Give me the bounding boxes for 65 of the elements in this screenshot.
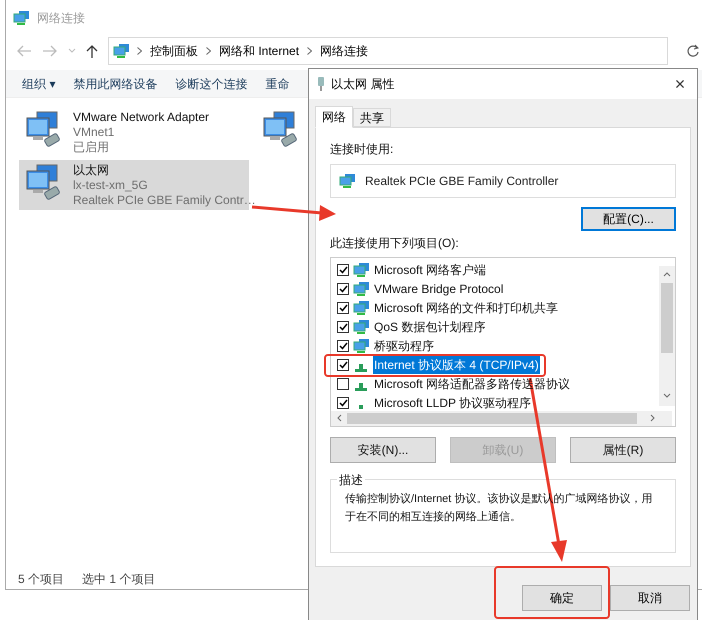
checkbox[interactable] — [337, 340, 349, 352]
action-button[interactable]: 安装(N)... — [330, 437, 436, 463]
chevron-icon — [206, 47, 211, 55]
window-title: 网络连接 — [37, 10, 85, 27]
checkbox[interactable] — [337, 282, 349, 294]
checkbox[interactable] — [337, 396, 349, 408]
adapter-item[interactable]: VMware Network Adapter VMnet1 已启用 — [19, 107, 214, 157]
network-service-icon — [353, 338, 369, 354]
breadcrumb-item[interactable]: 控制面板 — [150, 42, 198, 60]
network-service-icon — [353, 262, 369, 278]
list-item[interactable]: Microsoft LLDP 协议驱动程序 — [373, 394, 532, 412]
list-item[interactable]: QoS 数据包计划程序 — [373, 318, 486, 336]
chevron-icon — [137, 47, 142, 55]
field-label: 此连接使用下列项目(O): — [330, 235, 460, 252]
adapter-detail: lx-test-xm_5G — [73, 178, 149, 193]
network-service-icon — [353, 280, 369, 296]
up-arrow-icon[interactable] — [86, 44, 98, 58]
network-folder-icon — [113, 43, 129, 59]
breadcrumb-item[interactable]: 网络和 Internet — [219, 42, 300, 60]
protocol-icon — [355, 364, 367, 372]
tab[interactable]: 共享 — [353, 108, 391, 127]
breadcrumb-item[interactable]: 网络连接 — [320, 42, 368, 60]
driver-icon — [359, 404, 363, 408]
cancel-button[interactable]: 取消 — [610, 585, 690, 611]
checkbox[interactable] — [337, 320, 349, 332]
vertical-scrollbar[interactable] — [659, 266, 675, 406]
network-adapter-icon — [339, 173, 355, 189]
toolbar-button[interactable]: 组织 ▾ — [22, 74, 56, 92]
ok-button[interactable]: 确定 — [522, 585, 602, 611]
checkbox[interactable] — [337, 358, 349, 370]
status-text: 5 个项目 — [18, 571, 64, 588]
list-item[interactable]: 桥驱动程序 — [373, 336, 435, 354]
network-folder-icon — [13, 10, 29, 26]
checkbox[interactable] — [337, 264, 349, 276]
refresh-icon[interactable] — [686, 44, 700, 58]
action-button[interactable]: 属性(R) — [570, 437, 676, 463]
tab[interactable]: 网络 — [315, 106, 353, 128]
list-item[interactable]: VMware Bridge Protocol — [373, 280, 504, 298]
list-item[interactable]: Microsoft 网络的文件和打印机共享 — [373, 298, 560, 316]
adapter-name: VMware Network Adapter — [73, 110, 210, 125]
toolbar-button[interactable]: 重命 — [265, 74, 290, 92]
toolbar-button[interactable]: 诊断这个连接 — [175, 74, 248, 92]
group-title: 描述 — [337, 471, 365, 489]
adapter-detail: 已启用 — [73, 140, 110, 155]
toolbar-button[interactable]: 禁用此网络设备 — [73, 74, 158, 92]
dialog-title: 以太网 属性 — [331, 76, 396, 93]
adapter-detail: VMnet1 — [73, 125, 116, 140]
network-service-icon — [353, 318, 369, 334]
horizontal-scrollbar[interactable] — [331, 411, 672, 426]
list-item[interactable]: Internet 协议版本 4 (TCP/IPv4) — [373, 356, 540, 374]
address-bar[interactable]: 控制面板 网络和 Internet 网络连接 — [108, 37, 668, 65]
configure-button[interactable]: 配置(C)... — [581, 207, 676, 231]
network-service-icon — [353, 300, 369, 316]
checkbox[interactable] — [337, 302, 349, 314]
adapter-name: 以太网 — [73, 163, 110, 178]
list-item[interactable]: Microsoft 网络客户端 — [373, 260, 488, 278]
adapter-name: Realtek PCIe GBE Family Controller — [365, 173, 558, 190]
checkbox[interactable] — [337, 378, 349, 390]
close-button[interactable]: × — [663, 75, 697, 93]
status-text: 选中 1 个项目 — [82, 571, 156, 588]
chevron-icon — [307, 47, 312, 55]
protocol-icon — [355, 382, 367, 390]
field-label: 连接时使用: — [330, 141, 394, 158]
adapter-detail: Realtek PCIe GBE Family Contr… — [73, 193, 256, 208]
plug-icon — [317, 77, 325, 91]
